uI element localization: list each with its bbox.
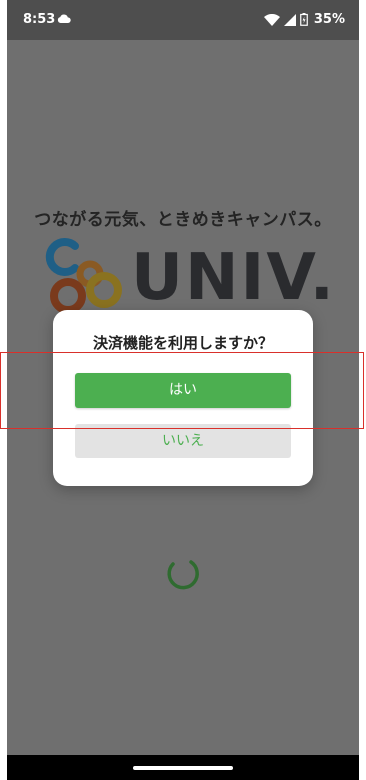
battery-percentage: 35%: [313, 12, 345, 27]
status-bar: 8:53 35%: [7, 0, 359, 40]
dialog-title: 決済機能を利用しますか？: [92, 334, 273, 352]
cloud-icon: [57, 14, 71, 23]
status-icons: 35%: [263, 12, 345, 27]
no-button[interactable]: いいえ: [75, 424, 291, 458]
home-indicator[interactable]: [133, 766, 233, 770]
highlight-box: [0, 352, 364, 429]
signal-icon: [283, 13, 296, 26]
status-time: 8:53: [23, 12, 56, 27]
loading-spinner-icon: [167, 560, 199, 590]
navigation-bar: [7, 755, 359, 780]
wifi-icon: [263, 13, 280, 26]
logo-text: UNIV.: [131, 241, 336, 315]
battery-icon: [300, 13, 308, 26]
logo-rings: [45, 238, 122, 314]
tagline: つながる元気、ときめきキャンパス。: [34, 210, 332, 230]
